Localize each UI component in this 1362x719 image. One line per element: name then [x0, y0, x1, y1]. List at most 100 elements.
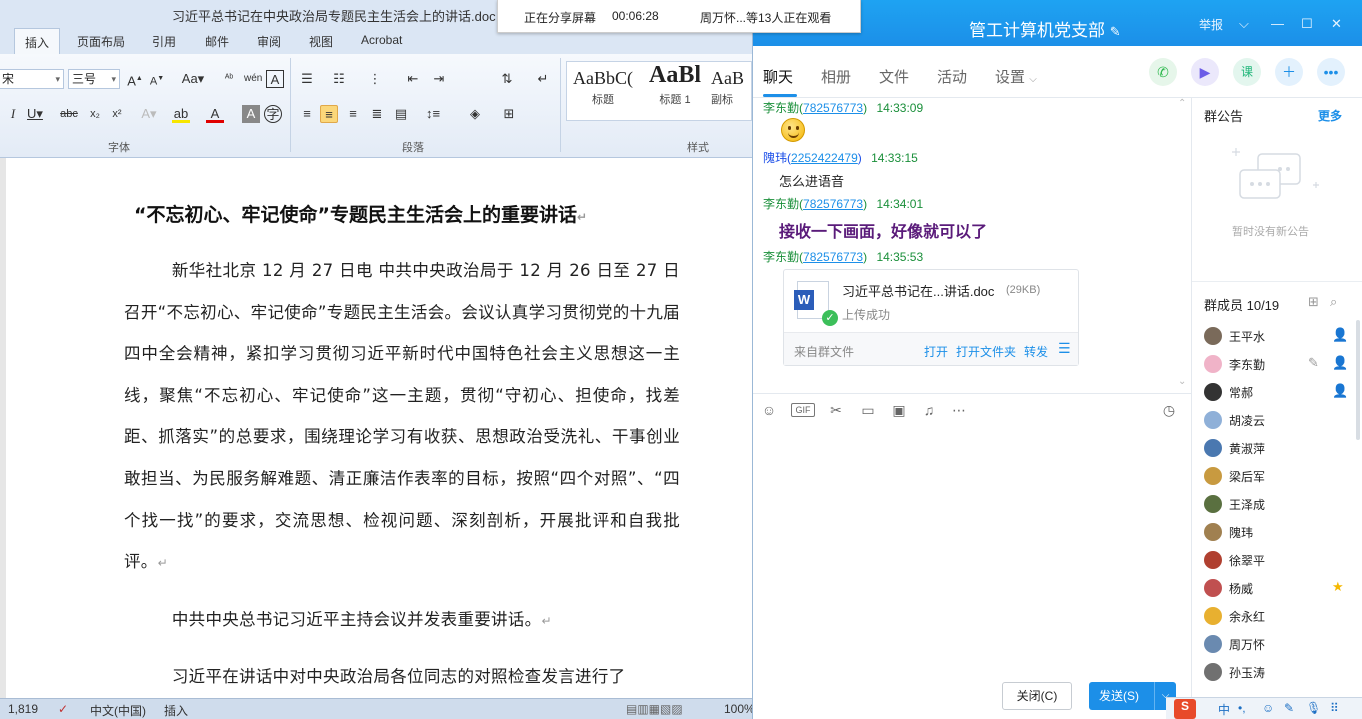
subscript-icon[interactable]: x₂: [86, 105, 104, 123]
avatar[interactable]: [1204, 635, 1222, 653]
character-border-icon[interactable]: A: [266, 70, 284, 88]
member-item[interactable]: 徐翠平: [1204, 550, 1354, 570]
member-item[interactable]: 黄淑萍: [1204, 438, 1354, 458]
font-color-icon[interactable]: A: [206, 105, 224, 123]
tab-activity[interactable]: 活动: [937, 66, 967, 87]
ime-mode[interactable]: 中: [1218, 701, 1230, 718]
change-case-icon[interactable]: Aa▾: [180, 70, 206, 88]
maximize-icon[interactable]: ☐: [1301, 16, 1313, 32]
shading-icon[interactable]: ◈: [466, 105, 484, 123]
align-center-icon[interactable]: ≡: [320, 105, 338, 123]
chat-history[interactable]: 李东勤(782576773) 14:33:09 隗玮(2252422479) 1…: [753, 98, 1191, 393]
member-scrollbar[interactable]: [1356, 320, 1360, 440]
grow-font-icon[interactable]: A▲: [126, 70, 144, 88]
add-member-icon[interactable]: ⊞: [1308, 294, 1319, 310]
pen-icon[interactable]: ✎: [1284, 701, 1294, 715]
align-left-icon[interactable]: ≡: [298, 105, 316, 123]
member-item[interactable]: 孙玉涛: [1204, 662, 1354, 682]
superscript-icon[interactable]: x²: [108, 105, 126, 123]
align-right-icon[interactable]: ≡: [344, 105, 362, 123]
member-item[interactable]: 杨威 ★: [1204, 578, 1354, 598]
underline-icon[interactable]: U▾: [26, 105, 44, 123]
open-folder-link[interactable]: 打开文件夹: [956, 343, 1016, 360]
borders-icon[interactable]: ⊞: [500, 105, 518, 123]
character-shading-icon[interactable]: A: [242, 105, 260, 123]
tab-mailings[interactable]: 邮件: [205, 33, 229, 50]
multilevel-list-icon[interactable]: ⋮: [366, 70, 384, 88]
close-button[interactable]: 关闭(C): [1002, 682, 1072, 710]
tab-references[interactable]: 引用: [152, 33, 176, 50]
member-item[interactable]: 王泽成: [1204, 494, 1354, 514]
style-subtitle[interactable]: AaB 副标: [711, 62, 752, 120]
search-icon[interactable]: ⌕: [1330, 294, 1337, 310]
edit-icon[interactable]: ✎: [1308, 355, 1319, 371]
tab-chat[interactable]: 聊天: [763, 66, 793, 87]
word-count[interactable]: 1,819: [8, 702, 38, 716]
member-item[interactable]: 梁后军: [1204, 466, 1354, 486]
send-button[interactable]: 发送(S) ⌵: [1089, 682, 1176, 710]
class-icon[interactable]: 课: [1233, 58, 1261, 86]
font-size-select[interactable]: 三号: [68, 69, 120, 89]
text-effects-icon[interactable]: A▾: [140, 105, 158, 123]
show-marks-icon[interactable]: ↵: [534, 70, 552, 88]
document-page[interactable]: “不忘初心、牢记使命”专题民主生活会上的重要讲话↵ 新华社北京 12 月 27 …: [0, 158, 752, 698]
avatar[interactable]: [1204, 551, 1222, 569]
avatar[interactable]: [1204, 383, 1222, 401]
notice-more-link[interactable]: 更多: [1318, 107, 1342, 124]
avatar[interactable]: [1204, 607, 1222, 625]
gif-icon[interactable]: GIF: [791, 403, 815, 417]
member-item[interactable]: 李东勤 👤 ✎: [1204, 354, 1354, 374]
folder-icon[interactable]: ▭: [859, 401, 877, 419]
avatar[interactable]: [1204, 523, 1222, 541]
insert-mode[interactable]: 插入: [164, 702, 188, 719]
proofing-icon[interactable]: ✓: [58, 702, 68, 716]
member-item[interactable]: 胡凌云: [1204, 410, 1354, 430]
avatar[interactable]: [1204, 411, 1222, 429]
tab-page-layout[interactable]: 页面布局: [77, 33, 125, 50]
punctuation-icon[interactable]: •,: [1238, 701, 1246, 715]
increase-indent-icon[interactable]: ⇥: [430, 70, 448, 88]
avatar[interactable]: [1204, 495, 1222, 513]
bullets-icon[interactable]: ☰: [298, 70, 316, 88]
history-icon[interactable]: ◷: [1160, 401, 1178, 419]
share-viewers[interactable]: 周万怀...等13人正在观看: [700, 9, 831, 26]
report-link[interactable]: 举报: [1199, 16, 1223, 33]
minimize-icon[interactable]: —: [1271, 16, 1284, 31]
scroll-down-icon[interactable]: ⌄: [1178, 376, 1186, 387]
language[interactable]: 中文(中国): [90, 702, 146, 719]
tab-acrobat[interactable]: Acrobat: [361, 33, 402, 47]
font-name-select[interactable]: 宋: [0, 69, 64, 89]
style-heading1[interactable]: AaBl 标题 1: [639, 62, 711, 120]
grid-icon[interactable]: ⠿: [1330, 701, 1339, 715]
emoji-icon[interactable]: ☺: [760, 401, 778, 419]
bell-icon[interactable]: ♫: [920, 401, 938, 419]
avatar[interactable]: [1204, 663, 1222, 681]
scroll-up-icon[interactable]: ⌃: [1178, 98, 1186, 109]
member-item[interactable]: 余永红: [1204, 606, 1354, 626]
avatar[interactable]: [1204, 439, 1222, 457]
add-app-icon[interactable]: ＋: [1275, 58, 1303, 86]
avatar[interactable]: [1204, 579, 1222, 597]
decrease-indent-icon[interactable]: ⇤: [404, 70, 422, 88]
avatar[interactable]: [1204, 327, 1222, 345]
tab-view[interactable]: 视图: [309, 33, 333, 50]
more-icon[interactable]: •••: [1317, 58, 1345, 86]
member-item[interactable]: 常郝 👤: [1204, 382, 1354, 402]
tab-review[interactable]: 审阅: [257, 33, 281, 50]
voice-call-icon[interactable]: ✆: [1149, 58, 1177, 86]
avatar[interactable]: [1204, 355, 1222, 373]
mic-icon[interactable]: 🎙: [1306, 701, 1321, 715]
more-options-icon[interactable]: ⋯: [950, 401, 968, 419]
tab-files[interactable]: 文件: [879, 66, 909, 87]
member-item[interactable]: 周万怀: [1204, 634, 1354, 654]
file-name[interactable]: 习近平总书记在...讲话.doc: [842, 281, 994, 300]
open-file-link[interactable]: 打开: [924, 343, 948, 360]
chevron-down-icon[interactable]: ⌵: [1239, 16, 1249, 32]
sogou-icon[interactable]: S: [1174, 699, 1196, 719]
line-spacing-icon[interactable]: ↕≡: [424, 105, 442, 123]
video-call-icon[interactable]: ▶: [1191, 58, 1219, 86]
member-item[interactable]: 隗玮: [1204, 522, 1354, 542]
forward-link[interactable]: 转发: [1024, 343, 1048, 360]
sort-icon[interactable]: ⇅: [498, 70, 516, 88]
style-title[interactable]: AaBbC( 标题: [567, 62, 639, 120]
